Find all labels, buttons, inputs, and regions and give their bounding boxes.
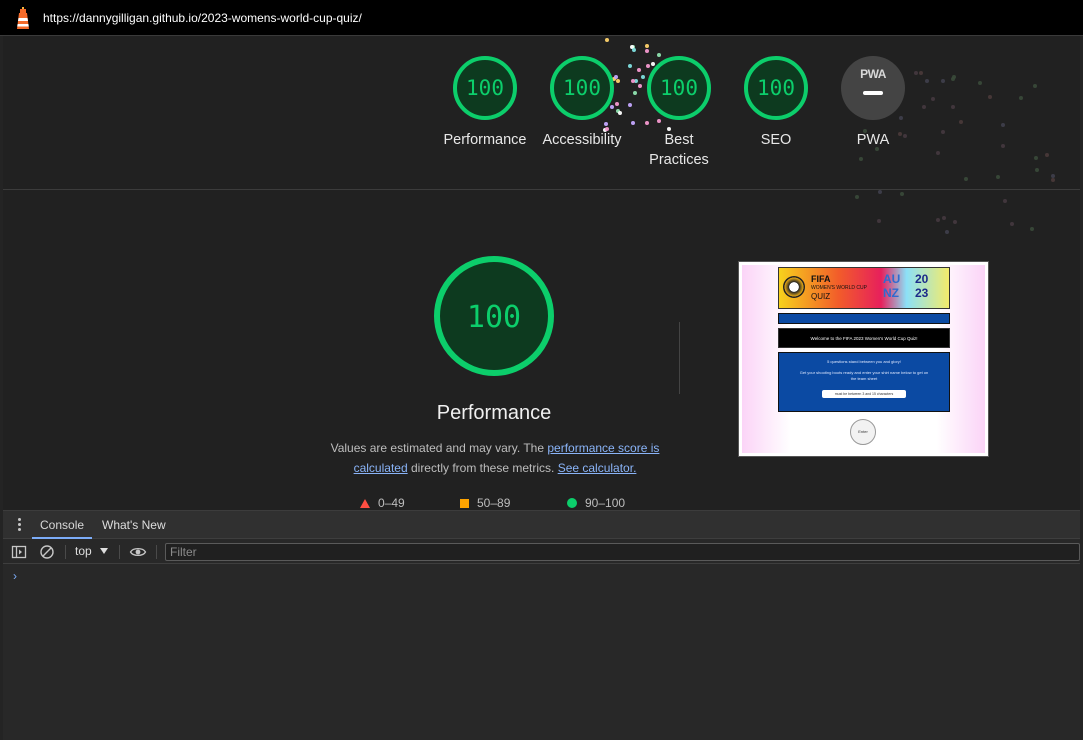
score-gauges: 100 Performance 100 Accessibility 100 Be… bbox=[3, 36, 1080, 190]
intro-line-2: Get your shooting boots ready and enter … bbox=[799, 370, 929, 381]
confetti-dot bbox=[1010, 221, 1015, 226]
console-prompt[interactable]: › bbox=[13, 569, 17, 583]
confetti-dot bbox=[952, 220, 957, 225]
legend-range: 90–100 bbox=[585, 496, 626, 510]
more-options-icon[interactable] bbox=[11, 517, 27, 533]
enter-button: Enter bbox=[850, 419, 876, 445]
performance-description: Values are estimated and may vary. The p… bbox=[325, 438, 665, 478]
confetti-dot bbox=[854, 194, 859, 199]
toolbar-separator bbox=[119, 545, 120, 559]
confetti-dot bbox=[936, 218, 941, 222]
gauge-performance[interactable]: 100 Performance bbox=[435, 56, 535, 150]
score-value: 100 bbox=[660, 76, 698, 100]
lighthouse-devtools-window: https://dannygilligan.github.io/2023-wom… bbox=[0, 0, 1083, 740]
circle-icon bbox=[567, 498, 577, 508]
pwa-badge-text: PWA bbox=[860, 67, 886, 81]
devtools-drawer: Console What's New top Filter › bbox=[3, 510, 1080, 740]
confetti-dot bbox=[877, 218, 882, 223]
triangle-icon bbox=[360, 498, 370, 508]
quiz-welcome: Welcome to the FIFA 2023 Women's World C… bbox=[778, 328, 950, 348]
banner-year: 20 23 bbox=[915, 272, 929, 300]
score-ring: 100 bbox=[550, 56, 614, 120]
console-toolbar: top bbox=[3, 540, 1080, 564]
drawer-tabs: Console What's New bbox=[3, 511, 1080, 539]
url-text[interactable]: https://dannygilligan.github.io/2023-wom… bbox=[43, 11, 362, 25]
gauge-best-practices[interactable]: 100 Best Practices bbox=[629, 56, 729, 170]
banner-au-nz: AU NZ bbox=[883, 272, 901, 300]
gauge-accessibility[interactable]: 100 Accessibility bbox=[532, 56, 632, 150]
legend-range: 50–89 bbox=[477, 496, 511, 510]
url-bar: https://dannygilligan.github.io/2023-wom… bbox=[0, 0, 1083, 36]
performance-score-gauge: 100 bbox=[434, 256, 554, 376]
context-selector[interactable]: top bbox=[75, 544, 108, 558]
confetti-dot bbox=[944, 230, 949, 235]
score-value: 100 bbox=[563, 76, 601, 100]
confetti-dot bbox=[1003, 199, 1008, 203]
gauge-label: Performance bbox=[443, 132, 527, 148]
toolbar-separator bbox=[65, 545, 66, 559]
legend-average: 50–89 bbox=[460, 496, 510, 510]
screenshot-page: FIFA WOMEN'S WORLD CUP QUIZ AU NZ 20 23 … bbox=[742, 265, 985, 453]
score-value: 100 bbox=[757, 76, 795, 100]
pwa-dash-icon bbox=[863, 91, 883, 95]
confetti-dot bbox=[878, 189, 883, 194]
performance-title: Performance bbox=[436, 402, 552, 424]
gauge-label: SEO bbox=[760, 132, 792, 148]
score-legend: 0–49 50–89 90–100 bbox=[3, 496, 1080, 510]
desc-text: Values are estimated and may vary. The bbox=[330, 441, 548, 455]
sidebar-toggle-icon[interactable] bbox=[11, 544, 27, 560]
gauge-seo[interactable]: 100 SEO bbox=[726, 56, 826, 150]
score-ring: 100 bbox=[453, 56, 517, 120]
quiz-intro-panel: 5 questions stand between you and glory!… bbox=[778, 352, 950, 412]
gauge-pwa[interactable]: PWA PWA bbox=[823, 56, 923, 150]
eye-icon[interactable] bbox=[129, 544, 147, 560]
gauge-label: Accessibility bbox=[542, 132, 622, 148]
lighthouse-icon bbox=[17, 7, 29, 29]
score-ring: 100 bbox=[647, 56, 711, 120]
banner-fifa: FIFA bbox=[811, 274, 831, 284]
legend-pass: 90–100 bbox=[567, 496, 625, 510]
clear-console-icon[interactable] bbox=[39, 544, 55, 560]
confetti-dot bbox=[941, 216, 946, 220]
divider bbox=[679, 322, 680, 394]
shirt-name-input: must be between 3 and 15 characters bbox=[822, 390, 906, 398]
tab-console[interactable]: Console bbox=[32, 511, 93, 539]
legend-fail: 0–49 bbox=[360, 496, 405, 510]
world-cup-emblem-icon bbox=[783, 276, 805, 298]
quiz-banner: FIFA WOMEN'S WORLD CUP QUIZ AU NZ 20 23 bbox=[778, 267, 950, 309]
gauge-label: Best Practices bbox=[649, 132, 709, 168]
context-label: top bbox=[75, 544, 92, 558]
lighthouse-report: 100 Performance 100 Accessibility 100 Be… bbox=[3, 36, 1080, 510]
confetti-dot bbox=[899, 191, 904, 196]
toolbar-separator bbox=[156, 545, 157, 559]
legend-range: 0–49 bbox=[378, 496, 405, 510]
pwa-badge: PWA bbox=[841, 56, 905, 120]
chevron-down-icon bbox=[99, 548, 108, 554]
confetti-dot bbox=[1030, 227, 1035, 232]
intro-line-1: 5 questions stand between you and glory! bbox=[827, 359, 901, 364]
filter-input[interactable] bbox=[165, 543, 1080, 561]
final-screenshot[interactable]: FIFA WOMEN'S WORLD CUP QUIZ AU NZ 20 23 … bbox=[738, 261, 989, 457]
banner-quiz: QUIZ bbox=[811, 292, 831, 301]
performance-score: 100 bbox=[466, 300, 522, 335]
score-ring: 100 bbox=[744, 56, 808, 120]
quiz-nav-bar bbox=[778, 313, 950, 324]
see-calculator-link[interactable]: See calculator. bbox=[558, 461, 637, 475]
square-icon bbox=[460, 498, 469, 508]
banner-sub: WOMEN'S WORLD CUP bbox=[811, 285, 867, 291]
tab-whats-new[interactable]: What's New bbox=[94, 511, 174, 539]
gauge-label: PWA bbox=[856, 132, 890, 148]
desc-text: directly from these metrics. bbox=[407, 461, 558, 475]
score-value: 100 bbox=[466, 76, 504, 100]
